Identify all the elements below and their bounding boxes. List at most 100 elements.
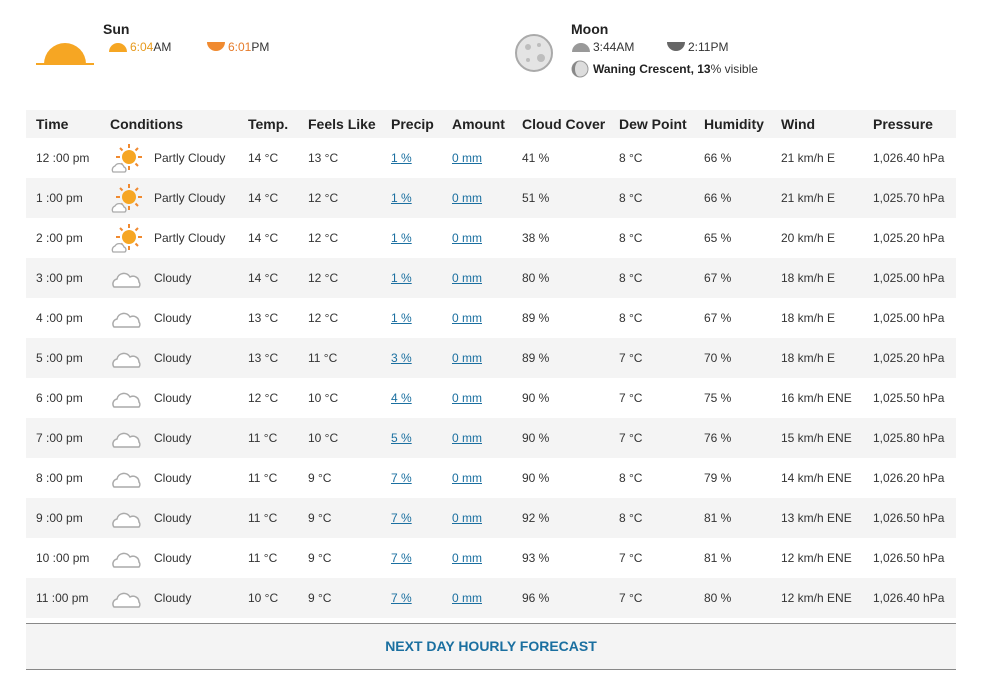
- cloudy-icon: [110, 342, 144, 374]
- cell-wind: 14 km/h ENE: [781, 471, 852, 485]
- amount-link[interactable]: 0 mm: [452, 511, 482, 525]
- table-row: 10 :00 pm Cloudy 11 °C 9 °C 7 % 0 mm 93 % 7 °C 8…: [26, 538, 956, 578]
- cell-feels-like: 12 °C: [308, 191, 339, 205]
- cell-wind: 13 km/h ENE: [781, 511, 852, 525]
- precip-link[interactable]: 7 %: [391, 591, 412, 605]
- cloudy-icon: [110, 262, 144, 294]
- cell-temp: 14 °C: [248, 191, 279, 205]
- cell-wind: 20 km/h E: [781, 231, 836, 245]
- sunset-info: 6:01 PM: [206, 40, 269, 54]
- moon-phase-name: Waning Crescent, 13: [593, 62, 711, 76]
- amount-link[interactable]: 0 mm: [452, 231, 482, 245]
- header-pressure: Pressure: [873, 116, 933, 132]
- cell-dew-point: 7 °C: [619, 551, 643, 565]
- cell-pressure: 1,026.40 hPa: [873, 591, 945, 605]
- cell-time: 10 :00 pm: [36, 551, 90, 565]
- cell-dew-point: 8 °C: [619, 471, 643, 485]
- cell-temp: 11 °C: [248, 471, 278, 485]
- cell-conditions: Cloudy: [154, 551, 192, 565]
- cell-humidity: 70 %: [704, 351, 732, 365]
- header-conditions: Conditions: [110, 116, 184, 132]
- cell-dew-point: 8 °C: [619, 311, 643, 325]
- cloudy-icon: [110, 422, 144, 454]
- cell-temp: 14 °C: [248, 271, 279, 285]
- cell-wind: 21 km/h E: [781, 191, 836, 205]
- cell-cloud-cover: 80 %: [522, 271, 550, 285]
- cell-conditions: Cloudy: [154, 471, 192, 485]
- cell-temp: 11 °C: [248, 551, 278, 565]
- cell-humidity: 79 %: [704, 471, 732, 485]
- amount-link[interactable]: 0 mm: [452, 191, 482, 205]
- cell-humidity: 81 %: [704, 551, 732, 565]
- cell-cloud-cover: 89 %: [522, 351, 550, 365]
- table-row: 1 :00 pm Partly Cloudy 14 °C 12 °C 1 % 0 mm 51…: [26, 178, 956, 218]
- table-row: 2 :00 pm Partly Cloudy 14 °C 12 °C 1 % 0 mm 38…: [26, 218, 956, 258]
- amount-link[interactable]: 0 mm: [452, 591, 482, 605]
- cell-feels-like: 10 °C: [308, 431, 339, 445]
- table-row: 8 :00 pm Cloudy 11 °C 9 °C 7 % 0 mm 90 % 8 °C 79…: [26, 458, 956, 498]
- cell-time: 1 :00 pm: [36, 191, 83, 205]
- precip-link[interactable]: 4 %: [391, 391, 412, 405]
- cell-humidity: 75 %: [704, 391, 732, 405]
- cell-dew-point: 7 °C: [619, 351, 643, 365]
- cell-dew-point: 7 °C: [619, 391, 643, 405]
- header-temp: Temp.: [248, 116, 289, 132]
- moon-title: Moon: [571, 21, 609, 37]
- amount-link[interactable]: 0 mm: [452, 311, 482, 325]
- amount-link[interactable]: 0 mm: [452, 471, 482, 485]
- cell-pressure: 1,026.40 hPa: [873, 151, 945, 165]
- cell-conditions: Cloudy: [154, 311, 192, 325]
- cell-time: 6 :00 pm: [36, 391, 83, 405]
- cell-pressure: 1,025.00 hPa: [873, 271, 945, 285]
- header-cloud-cover: Cloud Cover: [522, 116, 606, 132]
- cell-humidity: 67 %: [704, 271, 732, 285]
- cell-humidity: 65 %: [704, 231, 732, 245]
- table-body: 12 :00 pm Partly Cloudy 14 °C 13 °C 1 % 0 mm 4…: [26, 138, 956, 618]
- amount-link[interactable]: 0 mm: [452, 151, 482, 165]
- cell-humidity: 81 %: [704, 511, 732, 525]
- amount-link[interactable]: 0 mm: [452, 391, 482, 405]
- precip-link[interactable]: 3 %: [391, 351, 412, 365]
- cell-conditions: Cloudy: [154, 511, 192, 525]
- precip-link[interactable]: 7 %: [391, 551, 412, 565]
- cell-time: 5 :00 pm: [36, 351, 83, 365]
- cell-pressure: 1,026.50 hPa: [873, 551, 945, 565]
- header-amount: Amount: [452, 116, 505, 132]
- cell-humidity: 80 %: [704, 591, 732, 605]
- precip-link[interactable]: 1 %: [391, 151, 412, 165]
- cell-pressure: 1,025.50 hPa: [873, 391, 945, 405]
- cell-pressure: 1,025.20 hPa: [873, 351, 945, 365]
- cell-time: 3 :00 pm: [36, 271, 83, 285]
- amount-link[interactable]: 0 mm: [452, 431, 482, 445]
- cloudy-icon: [110, 302, 144, 334]
- amount-link[interactable]: 0 mm: [452, 351, 482, 365]
- cell-cloud-cover: 38 %: [522, 231, 550, 245]
- precip-link[interactable]: 1 %: [391, 271, 412, 285]
- cell-wind: 15 km/h ENE: [781, 431, 852, 445]
- cell-temp: 14 °C: [248, 231, 279, 245]
- cell-conditions: Cloudy: [154, 391, 192, 405]
- cell-humidity: 76 %: [704, 431, 732, 445]
- partly-cloudy-icon: [110, 182, 144, 214]
- amount-link[interactable]: 0 mm: [452, 271, 482, 285]
- amount-link[interactable]: 0 mm: [452, 551, 482, 565]
- cell-feels-like: 10 °C: [308, 391, 339, 405]
- precip-link[interactable]: 1 %: [391, 231, 412, 245]
- cell-cloud-cover: 90 %: [522, 471, 550, 485]
- next-day-forecast-button[interactable]: NEXT DAY HOURLY FORECAST: [26, 623, 956, 670]
- precip-link[interactable]: 7 %: [391, 471, 412, 485]
- partly-cloudy-icon: [110, 142, 144, 174]
- cell-dew-point: 7 °C: [619, 431, 643, 445]
- precip-link[interactable]: 1 %: [391, 311, 412, 325]
- cell-feels-like: 12 °C: [308, 311, 339, 325]
- sunset-small-icon: [207, 42, 225, 51]
- precip-link[interactable]: 5 %: [391, 431, 412, 445]
- table-row: 9 :00 pm Cloudy 11 °C 9 °C 7 % 0 mm 92 % 8 °C 81…: [26, 498, 956, 538]
- cloudy-icon: [110, 462, 144, 494]
- precip-link[interactable]: 1 %: [391, 191, 412, 205]
- cell-feels-like: 9 °C: [308, 551, 332, 565]
- cell-feels-like: 9 °C: [308, 511, 332, 525]
- cell-pressure: 1,025.80 hPa: [873, 431, 945, 445]
- moon-visible-label: % visible: [710, 62, 758, 76]
- precip-link[interactable]: 7 %: [391, 511, 412, 525]
